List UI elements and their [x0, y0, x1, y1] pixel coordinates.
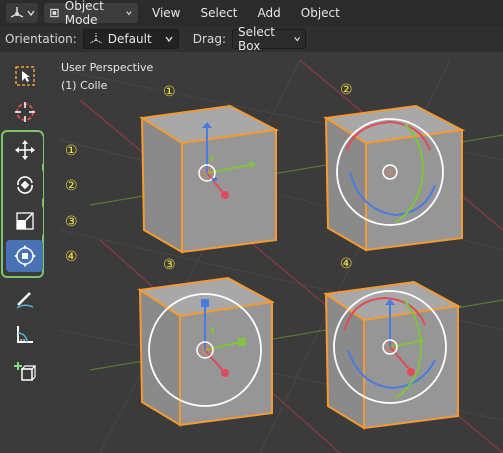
- collection-label: (1) Colle: [61, 79, 108, 92]
- tool-settings-header: Orientation: Default Drag: Select Box: [0, 25, 503, 53]
- cube-move: [139, 104, 280, 254]
- cube-scale: [137, 276, 276, 427]
- select-box-icon: [14, 66, 35, 86]
- chevron-down-icon: [293, 37, 300, 42]
- editor-type-button[interactable]: [6, 3, 38, 23]
- cube-label-1: ①: [163, 84, 176, 100]
- tool-move[interactable]: [6, 134, 43, 166]
- cube-label-4: ④: [340, 256, 353, 272]
- menu-view[interactable]: View: [152, 6, 180, 20]
- orientation-icon: [89, 33, 103, 44]
- chevron-down-icon: [27, 10, 35, 17]
- tool-annotate[interactable]: [6, 284, 43, 316]
- tool-measure[interactable]: [6, 318, 43, 350]
- axes-icon: [10, 7, 24, 18]
- measure-icon: [16, 326, 33, 343]
- cube-rotate: [323, 104, 466, 252]
- chevron-down-icon: [165, 36, 173, 43]
- mode-select[interactable]: Object Mode: [44, 0, 138, 27]
- annotate-icon: [16, 292, 33, 309]
- tool-legend-1: ①: [65, 143, 78, 159]
- cube-label-3: ③: [163, 257, 176, 273]
- mode-label: Object Mode: [64, 0, 104, 27]
- orientation-label: Orientation:: [5, 32, 77, 46]
- tool-rotate[interactable]: [6, 169, 43, 201]
- orientation-value: Default: [107, 32, 152, 46]
- drag-label: Drag:: [192, 32, 226, 46]
- add-cube-icon: [13, 362, 36, 381]
- header-menu: View Select Add Object: [152, 6, 340, 20]
- object-mode-icon: [50, 8, 59, 18]
- menu-add[interactable]: Add: [258, 6, 281, 20]
- move-icon: [14, 140, 35, 160]
- tool-legend-3: ③: [65, 214, 78, 230]
- viewport-header: Object Mode View Select Add Object: [0, 0, 503, 27]
- rotate-icon: [16, 176, 33, 194]
- tool-transform[interactable]: [6, 240, 43, 272]
- scale-icon: [15, 212, 34, 230]
- tool-cursor[interactable]: [6, 96, 43, 128]
- transform-icon: [13, 245, 36, 267]
- chevron-down-icon: [126, 11, 132, 16]
- cube-transform: [323, 280, 462, 430]
- orientation-select[interactable]: Default: [82, 29, 179, 49]
- drag-select[interactable]: Select Box: [231, 25, 306, 53]
- tool-legend-2: ②: [65, 178, 78, 194]
- tool-scale[interactable]: [6, 205, 43, 237]
- menu-select[interactable]: Select: [200, 6, 237, 20]
- tool-add-cube[interactable]: [6, 356, 43, 388]
- drag-value: Select Box: [237, 25, 276, 53]
- view-perspective-label: User Perspective: [61, 61, 154, 74]
- tool-select-box[interactable]: [6, 60, 43, 92]
- tool-legend-4: ④: [65, 249, 78, 265]
- 3d-viewport[interactable]: User Perspective (1) Colle ① ② ③ ④ ① ② ③…: [0, 52, 503, 453]
- cube-label-2: ②: [340, 82, 353, 98]
- cursor-icon: [14, 102, 35, 122]
- menu-object[interactable]: Object: [301, 6, 340, 20]
